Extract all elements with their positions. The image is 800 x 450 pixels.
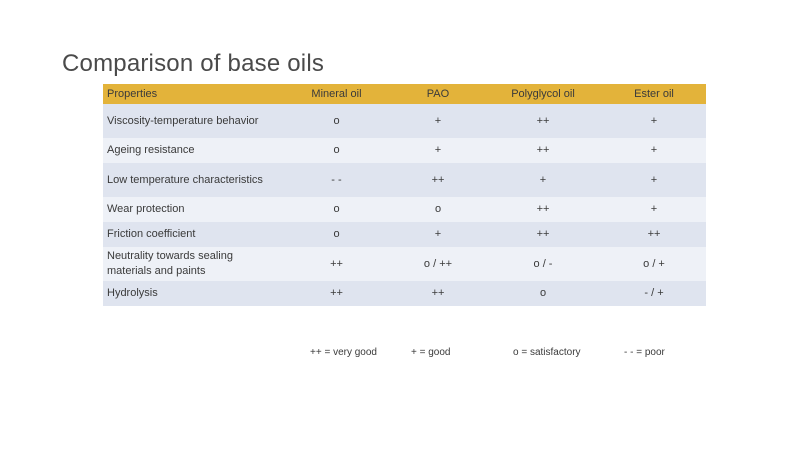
table-row: Low temperature characteristics - - ++ +…	[103, 163, 706, 197]
table-row: Viscosity-temperature behavior o + ++ +	[103, 104, 706, 138]
legend-satisfactory: o = satisfactory	[513, 347, 581, 358]
table-header-row: Properties Mineral oil PAO Polyglycol oi…	[103, 84, 706, 104]
table-row: Neutrality towards sealing materials and…	[103, 247, 706, 281]
slide: Comparison of base oils Properties Miner…	[0, 0, 800, 450]
rating-cell: o	[392, 197, 484, 222]
rating-cell: ++	[484, 104, 602, 138]
rating-cell: +	[602, 163, 706, 197]
column-header-properties: Properties	[103, 84, 281, 104]
rating-cell: o / +	[602, 247, 706, 281]
rating-cell: +	[392, 104, 484, 138]
rating-cell: ++	[484, 138, 602, 163]
table-row: Hydrolysis ++ ++ o - / +	[103, 281, 706, 306]
legend-very-good: ++ = very good	[310, 347, 377, 358]
rating-cell: +	[602, 104, 706, 138]
rating-cell: +	[602, 197, 706, 222]
property-cell: Viscosity-temperature behavior	[103, 104, 281, 138]
rating-cell: ++	[281, 247, 392, 281]
property-cell: Hydrolysis	[103, 281, 281, 306]
slide-title: Comparison of base oils	[62, 50, 325, 77]
rating-cell: +	[392, 138, 484, 163]
property-cell: Friction coefficient	[103, 222, 281, 247]
rating-cell: o	[484, 281, 602, 306]
property-cell: Wear protection	[103, 197, 281, 222]
rating-cell: ++	[281, 281, 392, 306]
rating-cell: - -	[281, 163, 392, 197]
legend-good: + = good	[411, 347, 451, 358]
rating-cell: o	[281, 197, 392, 222]
rating-cell: ++	[484, 222, 602, 247]
rating-cell: o	[281, 138, 392, 163]
rating-cell: ++	[392, 163, 484, 197]
rating-cell: ++	[392, 281, 484, 306]
rating-cell: o / ++	[392, 247, 484, 281]
rating-cell: +	[392, 222, 484, 247]
column-header-pao: PAO	[392, 84, 484, 104]
comparison-table: Properties Mineral oil PAO Polyglycol oi…	[103, 84, 706, 306]
table-row: Ageing resistance o + ++ +	[103, 138, 706, 163]
legend-poor: - - = poor	[624, 347, 665, 358]
property-cell: Low temperature characteristics	[103, 163, 281, 197]
rating-cell: +	[602, 138, 706, 163]
table-row: Friction coefficient o + ++ ++	[103, 222, 706, 247]
column-header-polyglycol-oil: Polyglycol oil	[484, 84, 602, 104]
rating-cell: ++	[602, 222, 706, 247]
column-header-mineral-oil: Mineral oil	[281, 84, 392, 104]
rating-cell: - / +	[602, 281, 706, 306]
rating-cell: o	[281, 104, 392, 138]
rating-cell: +	[484, 163, 602, 197]
rating-cell: ++	[484, 197, 602, 222]
property-cell: Ageing resistance	[103, 138, 281, 163]
column-header-ester-oil: Ester oil	[602, 84, 706, 104]
rating-legend: ++ = very good + = good o = satisfactory…	[0, 347, 800, 363]
rating-cell: o	[281, 222, 392, 247]
property-cell: Neutrality towards sealing materials and…	[103, 247, 281, 281]
table-row: Wear protection o o ++ +	[103, 197, 706, 222]
rating-cell: o / -	[484, 247, 602, 281]
